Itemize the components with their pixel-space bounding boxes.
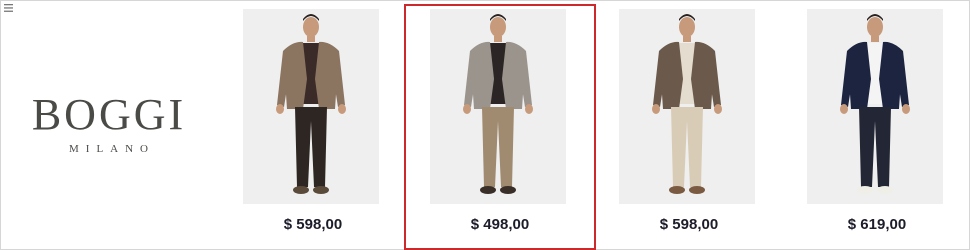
product-card[interactable]: $ 619,00 <box>781 4 970 250</box>
product-price: $ 598,00 <box>659 216 719 233</box>
model-figure <box>463 14 533 194</box>
product-image <box>619 9 755 204</box>
ad-banner[interactable]: BOGGI MILANO $ 598,00 $ 498,00 $ 598,00 … <box>0 0 970 250</box>
product-card[interactable]: $ 498,00 <box>404 4 596 250</box>
model-figure <box>276 14 346 194</box>
brand-name: BOGGI <box>31 90 187 139</box>
model-figure <box>652 14 722 194</box>
product-price: $ 619,00 <box>847 216 907 233</box>
product-image <box>430 9 566 204</box>
brand-city: MILANO <box>69 143 155 155</box>
product-card[interactable]: $ 598,00 <box>593 4 785 250</box>
product-image <box>243 9 379 204</box>
brand-logo[interactable]: BOGGI MILANO <box>19 93 199 159</box>
product-price: $ 498,00 <box>470 216 530 233</box>
hamburger-icon[interactable] <box>4 4 13 12</box>
product-price: $ 598,00 <box>283 216 343 233</box>
model-figure <box>840 14 910 194</box>
product-card[interactable]: $ 598,00 <box>217 4 409 250</box>
product-image <box>807 9 943 204</box>
